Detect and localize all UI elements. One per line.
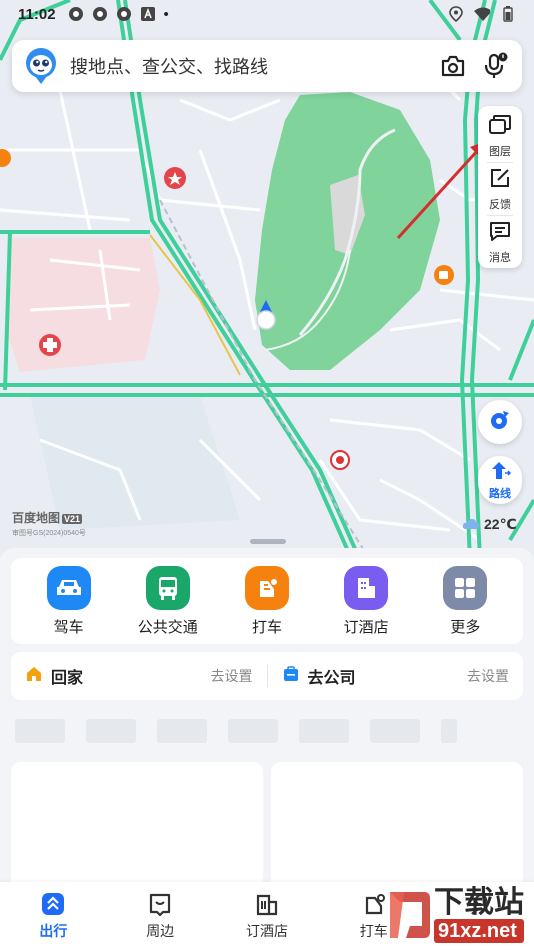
- quick-transit-label: 公共交通: [137, 618, 198, 636]
- status-app-icons: •: [68, 6, 169, 23]
- message-icon: [489, 220, 511, 247]
- travel-icon: [40, 891, 66, 917]
- app-icon: [116, 6, 132, 22]
- camera-icon[interactable]: [438, 51, 468, 81]
- microphone-icon[interactable]: [480, 51, 510, 81]
- quick-drive[interactable]: 驾车: [24, 565, 114, 637]
- route-arrow-icon: [489, 460, 512, 485]
- hospital-zone: [6, 238, 160, 372]
- search-bar[interactable]: 搜地点、查公交、找路线: [12, 40, 522, 92]
- skeleton-block: [15, 719, 65, 743]
- site-logo-icon: [390, 892, 430, 938]
- status-system-icons: [448, 6, 516, 22]
- quick-hotel-label: 订酒店: [343, 618, 389, 636]
- poi-cafe-icon: [434, 265, 454, 285]
- content-card[interactable]: [271, 762, 523, 892]
- layers-button[interactable]: 图层: [478, 114, 522, 162]
- app-icon: [68, 6, 84, 22]
- skeleton-block: [86, 719, 136, 743]
- quick-taxi-label: 打车: [251, 618, 282, 636]
- taxi-icon: [244, 565, 289, 610]
- skeleton-block: [370, 719, 420, 743]
- message-button[interactable]: 消息: [478, 220, 522, 268]
- bus-icon: [145, 565, 190, 610]
- status-time: 11:02: [18, 5, 56, 23]
- map-brand-version: V21: [62, 514, 83, 524]
- locate-icon: [489, 409, 511, 436]
- feedback-button[interactable]: 反馈: [478, 167, 522, 215]
- site-watermark: 下载站 91xz.net: [384, 880, 534, 950]
- message-label: 消息: [489, 251, 511, 264]
- tab-nearby-label: 周边: [146, 923, 175, 939]
- tab-hotel-label: 订酒店: [245, 923, 288, 939]
- home-shortcut[interactable]: 回家 去设置: [25, 664, 253, 688]
- taxi-icon: [361, 891, 387, 917]
- home-icon: [25, 665, 43, 688]
- locate-button[interactable]: [478, 400, 522, 444]
- tab-hotel[interactable]: 订酒店: [222, 891, 312, 941]
- work-label: 去公司: [307, 670, 356, 687]
- sheet-drag-handle[interactable]: [250, 539, 286, 544]
- route-button[interactable]: 路线: [478, 456, 522, 504]
- quick-more-label: 更多: [450, 618, 481, 636]
- tool-divider: [487, 215, 513, 216]
- site-title: 下载站: [434, 886, 524, 919]
- poi-hospital-icon: [39, 334, 61, 356]
- briefcase-icon: [282, 665, 300, 688]
- baidu-mascot-icon[interactable]: [24, 46, 58, 86]
- cloud-icon: [462, 517, 480, 533]
- location-icon: [448, 6, 464, 22]
- layers-icon: [488, 114, 512, 141]
- skeleton-block: [228, 719, 278, 743]
- poi-orange-edge-icon: [0, 149, 11, 167]
- quick-transit[interactable]: 公共交通: [123, 565, 213, 637]
- battery-icon: [500, 6, 516, 22]
- tab-travel[interactable]: 出行: [8, 891, 98, 941]
- feedback-label: 反馈: [489, 198, 511, 211]
- map-brand: 百度地图 V21 审图号GS(2024)0540号: [12, 509, 86, 538]
- nearby-icon: [147, 891, 173, 917]
- map-license: 审图号GS(2024)0540号: [12, 530, 86, 537]
- weather-temp: 22℃: [484, 516, 517, 532]
- tab-nearby[interactable]: 周边: [115, 891, 205, 941]
- work-set-link[interactable]: 去设置: [467, 666, 509, 686]
- route-label: 路线: [489, 487, 511, 500]
- quick-drive-label: 驾车: [53, 618, 84, 636]
- quick-more[interactable]: 更多: [420, 565, 510, 637]
- weather-widget[interactable]: 22℃: [462, 516, 517, 533]
- map-brand-name: 百度地图: [12, 511, 61, 525]
- search-input[interactable]: 搜地点、查公交、找路线: [70, 53, 426, 79]
- tab-travel-label: 出行: [39, 923, 68, 939]
- wifi-icon: [474, 6, 490, 22]
- a-badge-icon: [140, 6, 156, 22]
- loading-skeleton-row: [15, 719, 457, 743]
- shortcut-divider: [266, 665, 268, 687]
- map-tools-panel: 图层 反馈 消息: [478, 106, 522, 268]
- work-shortcut[interactable]: 去公司 去设置: [282, 664, 509, 688]
- tool-divider: [487, 162, 513, 163]
- feedback-icon: [489, 167, 511, 194]
- quick-taxi[interactable]: 打车: [222, 565, 312, 637]
- app-icon: [92, 6, 108, 22]
- site-url: 91xz.net: [434, 919, 524, 943]
- grid-icon: [443, 565, 488, 610]
- hotel-icon: [344, 565, 389, 610]
- home-label: 回家: [51, 670, 84, 687]
- skeleton-block: [441, 719, 457, 743]
- poi-metro-icon: [330, 450, 350, 470]
- skeleton-block: [299, 719, 349, 743]
- status-bar: 11:02 •: [0, 0, 534, 28]
- home-set-link[interactable]: 去设置: [211, 666, 253, 686]
- car-icon: [46, 565, 91, 610]
- quick-actions: 驾车 公共交通 打车 订酒店 更多: [11, 558, 523, 644]
- home-work-shortcuts: 回家 去设置 去公司 去设置: [11, 652, 523, 700]
- layers-label: 图层: [489, 146, 511, 158]
- content-card[interactable]: [11, 762, 263, 892]
- status-dot: •: [163, 5, 169, 23]
- poi-red-pin-icon: [164, 167, 186, 189]
- skeleton-block: [157, 719, 207, 743]
- quick-hotel[interactable]: 订酒店: [321, 565, 411, 637]
- hotel-icon: [254, 891, 280, 917]
